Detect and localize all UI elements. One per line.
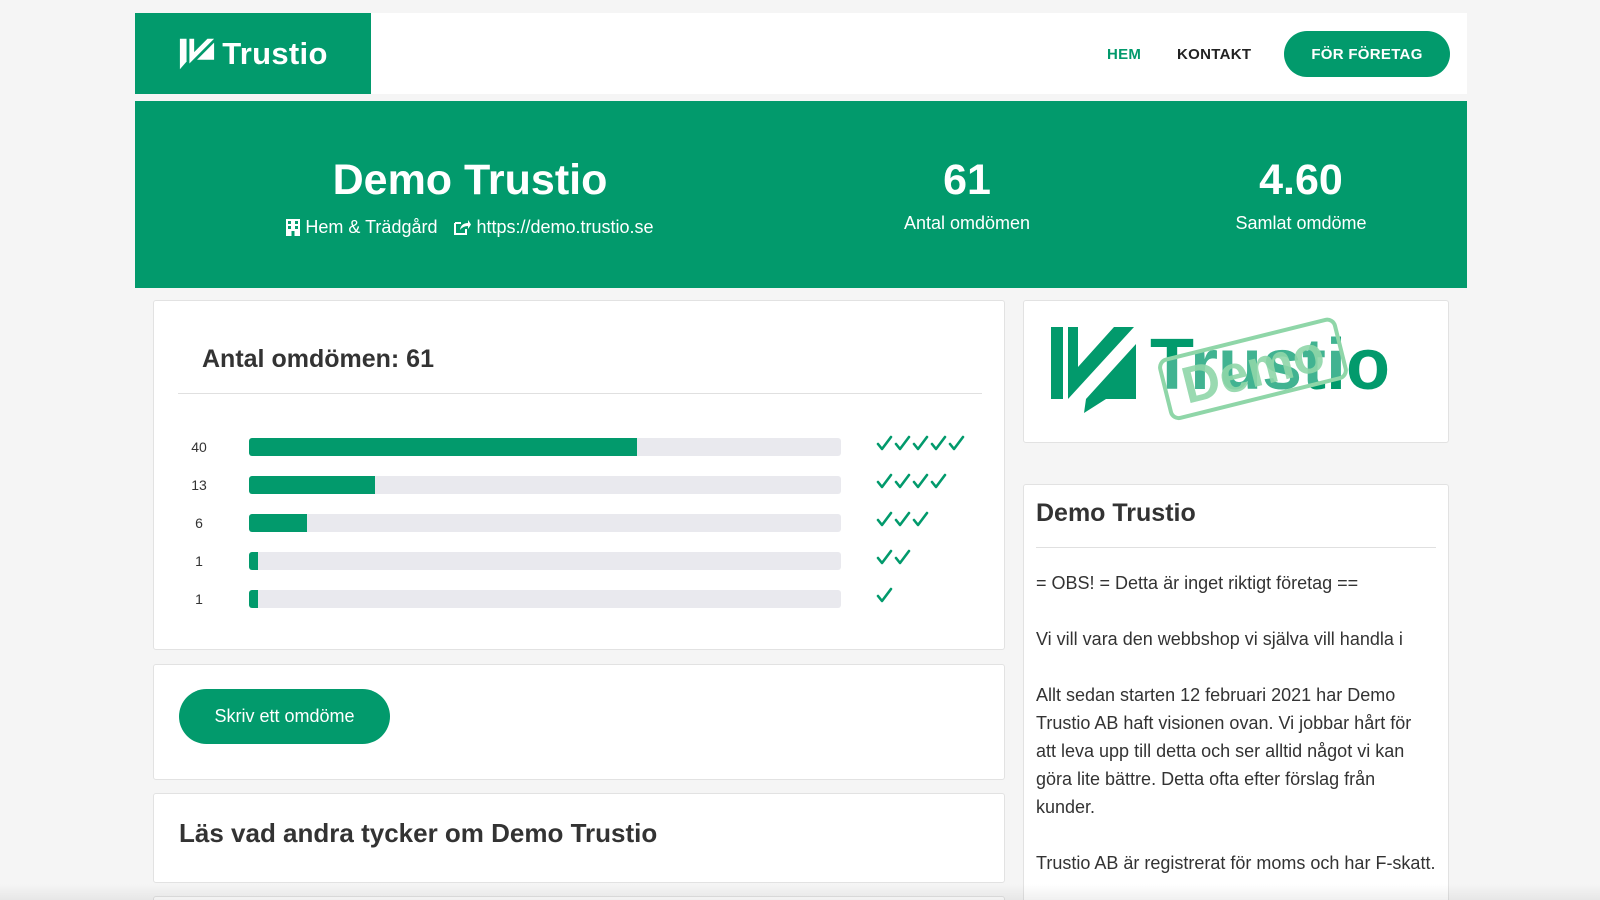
rating-bar-fill: [249, 476, 375, 494]
check-icon: [912, 511, 929, 527]
company-meta: Hem & Trädgård https://demo.trustio.se: [135, 217, 805, 238]
check-icon: [894, 511, 911, 527]
viewport-edge: [0, 884, 1600, 900]
check-icon: [876, 435, 893, 451]
check-icon: [912, 473, 929, 489]
company-website-link[interactable]: https://demo.trustio.se: [453, 217, 654, 238]
rating-count: 6: [195, 515, 203, 531]
demo-trustio-logo: Trustio Demo: [1051, 317, 1390, 421]
write-review-card: Skriv ett omdöme: [153, 664, 1005, 780]
rating-row[interactable]: 13: [154, 473, 1006, 495]
rating-row[interactable]: 1: [154, 587, 1006, 609]
brand-logo[interactable]: Trustio: [135, 13, 371, 94]
about-paragraph: = OBS! = Detta är inget riktigt företag …: [1036, 573, 1359, 593]
review-count-stat: 61 Antal omdömen: [847, 156, 1087, 234]
divider: [1036, 547, 1436, 548]
rating-count: 40: [191, 439, 207, 455]
reviews-section: Läs vad andra tycker om Demo Trustio: [153, 793, 1005, 883]
about-text: = OBS! = Detta är inget riktigt företag …: [1036, 569, 1436, 900]
reviews-heading: Läs vad andra tycker om Demo Trustio: [179, 818, 658, 848]
nav-contact-link[interactable]: KONTAKT: [1177, 46, 1251, 63]
trustio-logo-icon: [180, 38, 215, 69]
overall-score-stat: 4.60 Samlat omdöme: [1181, 156, 1421, 234]
rating-count: 1: [195, 591, 203, 607]
overall-score-label: Samlat omdöme: [1235, 213, 1367, 233]
rating-row[interactable]: 40: [154, 435, 1006, 457]
rating-bar-track: [249, 476, 841, 494]
check-icon: [894, 549, 911, 565]
top-navigation: Trustio HEM KONTAKT FÖR FÖRETAG: [135, 13, 1467, 94]
check-icon: [894, 435, 911, 451]
check-icon: [930, 435, 947, 451]
about-paragraph: Vi vill vara den webbshop vi själva vill…: [1036, 629, 1403, 649]
company-category[interactable]: Hem & Trädgård: [286, 217, 437, 238]
write-review-button[interactable]: Skriv ett omdöme: [179, 689, 390, 744]
company-hero: Demo Trustio Hem & Trädgård https://demo…: [135, 101, 1467, 288]
review-count-label: Antal omdömen: [903, 213, 1031, 233]
check-icon: [948, 435, 965, 451]
rating-summary-card: Antal omdömen: 61 40 13 6 1 1: [153, 300, 1005, 650]
check-icon: [876, 587, 893, 603]
brand-name: Trustio: [222, 35, 328, 71]
rating-row[interactable]: 1: [154, 549, 1006, 571]
rating-bar-track: [249, 514, 841, 532]
rating-count: 13: [191, 477, 207, 493]
rating-row[interactable]: 6: [154, 511, 1006, 533]
rating-bar-track: [249, 552, 841, 570]
about-title: Demo Trustio: [1036, 499, 1196, 527]
check-icon: [876, 549, 893, 565]
rating-checks: [876, 435, 965, 452]
rating-bar-track: [249, 590, 841, 608]
rating-bar-fill: [249, 514, 308, 532]
building-icon: [286, 219, 301, 236]
category-label: Hem & Trädgård: [305, 217, 438, 237]
check-icon: [876, 473, 893, 489]
divider: [178, 393, 982, 394]
rating-bar-track: [249, 438, 841, 456]
rating-bar-fill: [249, 590, 259, 608]
rating-bar-fill: [249, 552, 259, 570]
for-business-button[interactable]: FÖR FÖRETAG: [1284, 31, 1450, 77]
rating-checks: [876, 511, 929, 528]
company-name: Demo Trustio: [332, 156, 608, 204]
about-company-card: Demo Trustio = OBS! = Detta är inget rik…: [1023, 484, 1449, 900]
check-icon: [876, 511, 893, 527]
check-icon: [912, 435, 929, 451]
nav-home-link[interactable]: HEM: [1107, 46, 1141, 63]
rating-checks: [876, 549, 911, 566]
company-logo-card: Trustio Demo: [1023, 300, 1449, 443]
about-paragraph: Allt sedan starten 12 februari 2021 har …: [1036, 685, 1412, 817]
rating-bar-fill: [249, 438, 637, 456]
review-count-value: 61: [943, 156, 991, 204]
rating-summary-title: Antal omdömen: 61: [202, 345, 434, 373]
rating-checks: [876, 473, 947, 490]
check-icon: [930, 473, 947, 489]
overall-score-value: 4.60: [1259, 156, 1343, 204]
about-paragraph: Trustio AB är registrerat för moms och h…: [1036, 853, 1436, 873]
rating-checks: [876, 587, 893, 604]
website-url: https://demo.trustio.se: [476, 217, 654, 237]
check-icon: [894, 473, 911, 489]
rating-count: 1: [195, 553, 203, 569]
external-link-icon: [454, 220, 472, 235]
